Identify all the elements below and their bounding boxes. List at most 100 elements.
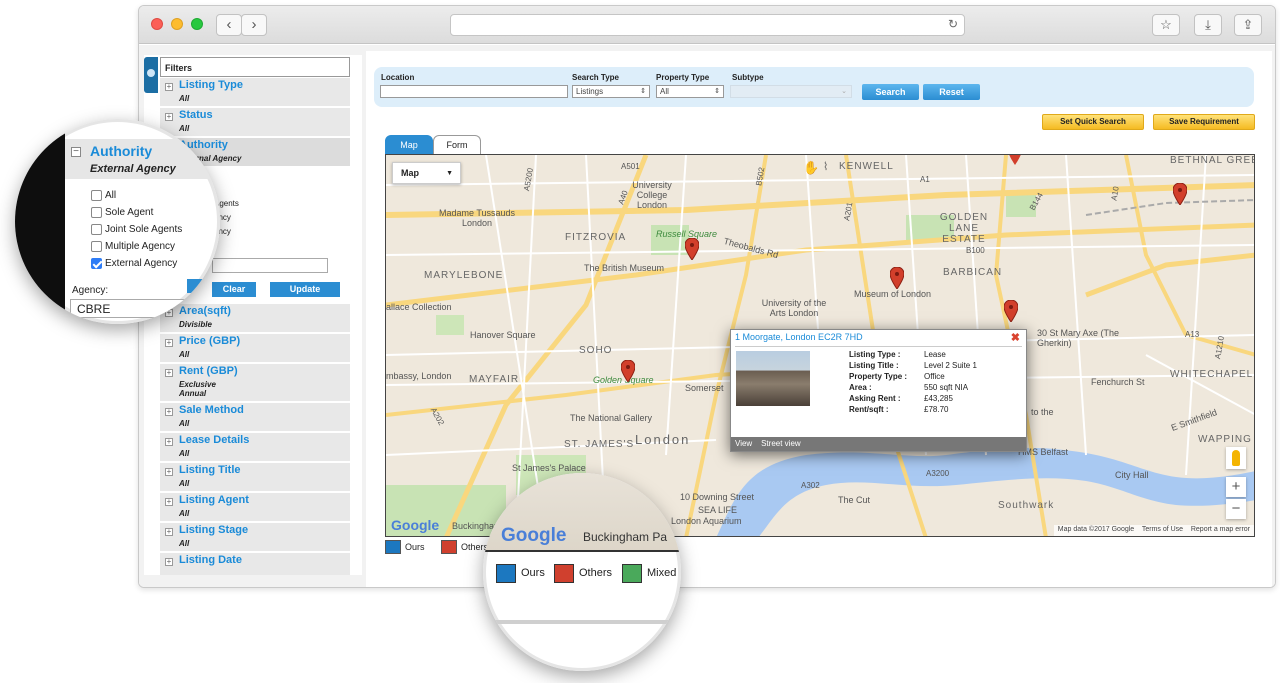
report-error-link[interactable]: Report a map error: [1191, 526, 1250, 533]
map-type-selector[interactable]: Map ▼: [392, 162, 461, 184]
sidebar-toggle[interactable]: [144, 57, 158, 93]
filter-group-sale-method[interactable]: + Sale Method All: [160, 403, 350, 432]
filter-title: Price (GBP): [179, 335, 241, 347]
map-label: Fenchurch St: [1091, 377, 1145, 387]
share-button[interactable]: ⇪: [1234, 14, 1262, 36]
reset-button[interactable]: Reset: [923, 84, 980, 100]
chevron-left-icon: ‹: [226, 16, 232, 33]
map-pin-marker[interactable]: [621, 360, 635, 382]
save-requirement-button[interactable]: Save Requirement: [1153, 114, 1255, 130]
location-input[interactable]: [380, 85, 568, 98]
page-content: Filters +Listing TypeAll +StatusAll −Aut…: [139, 45, 1275, 587]
tab-map[interactable]: Map: [385, 135, 433, 154]
filters-title: Filters: [160, 57, 350, 77]
map-label: GOLDEN LANE ESTATE: [939, 212, 989, 245]
street-view-pegman-icon[interactable]: [1226, 447, 1246, 469]
expand-icon[interactable]: +: [165, 558, 173, 566]
checkbox-all[interactable]: [91, 190, 102, 201]
filter-group-price[interactable]: + Price (GBP) All: [160, 334, 350, 363]
map-pin-marker[interactable]: [1173, 183, 1187, 205]
pan-hand-icon[interactable]: ✋: [803, 160, 819, 176]
listing-info-popup: 1 Moorgate, London EC2R 7HD ✖ Listing Ty…: [730, 329, 1027, 452]
expand-icon[interactable]: +: [165, 408, 173, 416]
map-label: WHITECHAPEL: [1170, 369, 1254, 380]
filter-value: All: [179, 419, 190, 428]
search-type-select[interactable]: Listings ⇕: [572, 85, 650, 98]
map-label: MAYFAIR: [469, 374, 520, 385]
map-label: Madame Tussauds London: [438, 208, 516, 228]
filter-group-listing-type[interactable]: + Listing Type All: [160, 78, 350, 107]
expand-icon[interactable]: +: [165, 113, 173, 121]
zoom-in-button[interactable]: +: [1226, 477, 1246, 497]
back-button[interactable]: ‹: [216, 14, 242, 36]
map-label: London Aquarium: [671, 516, 742, 526]
authority-subtitle: External Agency: [90, 163, 176, 175]
agency-input[interactable]: [212, 258, 328, 273]
draw-shape-icon[interactable]: ⌇: [823, 160, 828, 173]
magnifier-dark-edge: [15, 119, 65, 324]
magnifier-map-border: [483, 550, 681, 552]
popup-address-link[interactable]: 1 Moorgate, London EC2R 7HD: [735, 332, 863, 342]
expand-icon[interactable]: +: [165, 369, 173, 377]
minimize-window-button[interactable]: [171, 18, 183, 30]
filter-value: All: [179, 539, 190, 548]
maximize-window-button[interactable]: [191, 18, 203, 30]
zoom-out-button[interactable]: −: [1226, 499, 1246, 519]
collapse-icon[interactable]: −: [71, 147, 81, 157]
forward-button[interactable]: ›: [241, 14, 267, 36]
download-icon: ⤓: [1205, 17, 1211, 32]
filter-group-lease-details[interactable]: + Lease Details All: [160, 433, 350, 462]
close-window-button[interactable]: [151, 18, 163, 30]
filter-group-listing-stage[interactable]: + Listing Stage All: [160, 523, 350, 552]
magnified-clear-button[interactable]: Clear: [187, 279, 220, 293]
map-pin-marker[interactable]: [890, 267, 904, 289]
property-type-label: Property Type: [656, 73, 710, 82]
legend-magnifier: Google Buckingham Pa Ours Others Mixed: [483, 473, 681, 671]
checkbox-sole-agent[interactable]: [91, 207, 102, 218]
view-link[interactable]: View: [735, 439, 752, 448]
map-pin-marker[interactable]: [685, 238, 699, 260]
filter-group-status[interactable]: + Status All: [160, 108, 350, 137]
reload-icon[interactable]: ↻: [948, 17, 958, 31]
expand-icon[interactable]: +: [165, 438, 173, 446]
update-button[interactable]: Update: [270, 282, 340, 297]
filter-group-listing-title[interactable]: + Listing Title All: [160, 463, 350, 492]
subtype-select[interactable]: ⌄: [730, 85, 852, 98]
location-label: Location: [381, 73, 415, 82]
tab-form[interactable]: Form: [433, 135, 481, 154]
address-bar[interactable]: ↻: [450, 14, 965, 36]
bookmark-button[interactable]: ☆: [1152, 14, 1180, 36]
checkbox-multiple-agency[interactable]: [91, 241, 102, 252]
map-label: Hanover Square: [470, 330, 536, 340]
map-pin-marker[interactable]: [1004, 300, 1018, 322]
map-label: London: [635, 432, 691, 447]
close-icon[interactable]: ✖: [1011, 331, 1020, 344]
agency-value: CBRE: [77, 302, 111, 316]
map-data-text: Map data ©2017 Google: [1057, 526, 1135, 533]
expand-icon[interactable]: +: [165, 498, 173, 506]
map-label: MARYLEBONE: [424, 270, 504, 281]
expand-icon[interactable]: +: [165, 528, 173, 536]
map-label: allace Collection: [386, 302, 452, 312]
checkbox-external-agency[interactable]: [91, 258, 102, 269]
street-view-link[interactable]: Street view: [761, 439, 801, 448]
checkbox-label: Multiple Agency: [105, 241, 176, 252]
download-button[interactable]: ⤓: [1194, 14, 1222, 36]
checkbox-joint-sole-agents[interactable]: [91, 224, 102, 235]
map-label: The British Museum: [584, 263, 665, 273]
expand-icon[interactable]: +: [165, 83, 173, 91]
expand-icon[interactable]: +: [165, 339, 173, 347]
filter-group-rent[interactable]: + Rent (GBP) Exclusive Annual: [160, 364, 350, 402]
set-quick-search-button[interactable]: Set Quick Search: [1042, 114, 1144, 130]
search-button[interactable]: Search: [862, 84, 919, 100]
popup-divider: [735, 346, 1022, 347]
map-pin-marker[interactable]: [1008, 155, 1022, 165]
filter-group-listing-agent[interactable]: + Listing Agent All: [160, 493, 350, 522]
agency-input[interactable]: CBRE: [70, 299, 220, 318]
filter-value: All: [179, 350, 190, 359]
terms-link[interactable]: Terms of Use: [1142, 526, 1183, 533]
map-type-value: Map: [401, 168, 419, 178]
property-type-select[interactable]: All ⇕: [656, 85, 724, 98]
expand-icon[interactable]: +: [165, 468, 173, 476]
filter-group-listing-date[interactable]: + Listing Date: [160, 553, 350, 575]
